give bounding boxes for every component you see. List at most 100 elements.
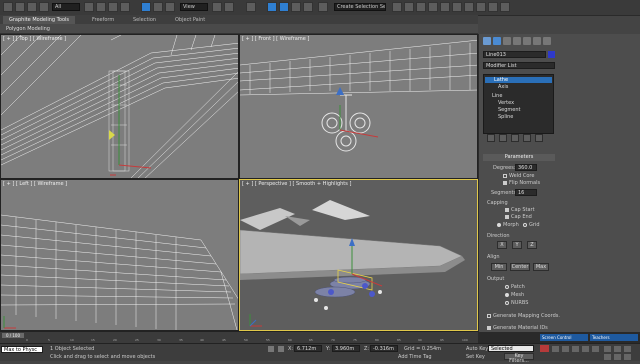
display-tab-icon[interactable] [523,37,531,45]
layer-manager-icon[interactable] [416,2,426,12]
stack-item-lathe[interactable]: Lathe [485,77,552,83]
maxscript-listener-field[interactable]: Max to Physc [1,346,43,353]
utilities-tab-icon[interactable] [533,37,541,45]
tab-object-paint[interactable]: Object Paint [169,16,211,24]
edit-named-selection-icon[interactable] [318,2,328,12]
weld-core-checkbox[interactable] [503,174,507,178]
reference-coordinate-dropdown[interactable]: View [180,3,208,11]
select-by-name-icon[interactable] [96,2,106,12]
maximize-viewport-icon[interactable] [624,354,631,360]
hierarchy-tab-icon[interactable] [503,37,511,45]
viewport-front[interactable]: [ + ] [ Front ] [ Wireframe ] [239,34,478,179]
window-crossing-icon[interactable] [120,2,130,12]
object-name-field[interactable]: Line013 [483,51,546,58]
configure-sets-icon[interactable] [535,134,543,142]
maxscript-tab-icon[interactable] [543,37,551,45]
select-move-icon[interactable] [141,2,151,12]
goto-end-icon[interactable] [592,346,599,352]
stack-item-spline[interactable]: Spline [498,114,513,120]
spinner-snap-icon[interactable] [303,2,313,12]
viewport-perspective-label[interactable]: [ + ] [ Perspective ] [ Smooth + Highlig… [242,181,351,187]
modifier-list-dropdown[interactable]: Modifier List [483,62,555,69]
previous-frame-icon[interactable] [562,346,569,352]
add-time-tag-button[interactable]: Add Time Tag [398,354,432,360]
unlink-icon[interactable] [39,2,49,12]
tab-graphite-modeling-tools[interactable]: Graphite Modeling Tools [3,16,76,24]
set-key-label[interactable]: Set Key [466,354,485,360]
next-frame-icon[interactable] [582,346,589,352]
viewport-front-label[interactable]: [ + ] [ Front ] [ Wireframe ] [242,36,309,42]
rect-selection-icon[interactable] [108,2,118,12]
morph-radio[interactable] [497,223,501,227]
schematic-view-icon[interactable] [452,2,462,12]
modify-tab-icon[interactable] [493,37,501,45]
lock-selection-icon[interactable] [268,346,274,352]
degrees-field[interactable]: 360.0 [515,164,537,171]
direction-y-button[interactable]: Y [512,241,522,249]
cap-end-checkbox[interactable] [505,215,509,219]
tab-freeform[interactable]: Freeform [86,16,120,24]
viewport-top[interactable]: [ + ] [ Top ] [ Wireframe ] [0,34,239,179]
zoom-extents-icon[interactable] [614,354,621,360]
stack-item-segment[interactable]: Segment [498,107,521,113]
viewport-left-label[interactable]: [ + ] [ Left ] [ Wireframe ] [3,181,67,187]
generate-mapping-checkbox[interactable] [487,314,491,318]
ribbon-panel-label[interactable]: Polygon Modeling [0,24,478,34]
x-coord-field[interactable]: 6.712m [294,345,322,352]
field-of-view-icon[interactable] [604,354,611,360]
stack-item-line[interactable]: Line [492,93,502,99]
direction-z-button[interactable]: Z [527,241,537,249]
viewport-top-label[interactable]: [ + ] [ Top ] [ Wireframe ] [3,36,66,42]
time-slider-thumb[interactable]: 0 / 100 [2,333,24,338]
y-coord-field[interactable]: 3.960m [332,345,360,352]
align-icon[interactable] [404,2,414,12]
select-rotate-icon[interactable] [153,2,163,12]
auto-key-label[interactable]: Auto Key [466,346,488,352]
zoom-icon[interactable] [604,346,611,352]
pin-stack-icon[interactable] [487,134,495,142]
percent-snap-icon[interactable] [291,2,301,12]
key-filters-button[interactable]: Key Filters... [504,353,534,364]
taskbar-screen-control[interactable]: Screen Control [540,334,588,341]
link-icon[interactable] [27,2,37,12]
play-icon[interactable] [572,346,579,352]
curve-editor-icon[interactable] [440,2,450,12]
render-production-icon[interactable] [500,2,510,12]
key-mode-dropdown[interactable]: Selected [488,345,534,352]
direction-x-button[interactable]: X [497,241,507,249]
show-end-result-icon[interactable] [499,134,507,142]
align-min-button[interactable]: Min [491,263,507,271]
goto-start-icon[interactable] [552,346,559,352]
make-unique-icon[interactable] [511,134,519,142]
create-tab-icon[interactable] [483,37,491,45]
output-nurbs-radio[interactable] [505,301,509,305]
viewport-perspective[interactable]: [ + ] [ Perspective ] [ Smooth + Highlig… [239,179,478,331]
stack-item-vertex[interactable]: Vertex [498,100,514,106]
absolute-transform-icon[interactable] [278,346,284,352]
generate-material-ids-checkbox[interactable] [487,326,491,330]
segments-field[interactable]: 16 [515,189,537,196]
align-center-button[interactable]: Center [510,263,530,271]
angle-snap-icon[interactable] [279,2,289,12]
rendered-frame-icon[interactable] [488,2,498,12]
grid-radio[interactable] [523,223,527,227]
align-max-button[interactable]: Max [533,263,549,271]
taskbar-teachers[interactable]: Teachers [590,334,638,341]
keyboard-shortcut-icon[interactable] [246,2,256,12]
remove-modifier-icon[interactable] [523,134,531,142]
mirror-icon[interactable] [392,2,402,12]
graphite-tools-icon[interactable] [428,2,438,12]
named-selection-dropdown[interactable]: Create Selection Se [334,3,386,11]
set-key-icon[interactable] [540,345,549,352]
z-coord-field[interactable]: -0.316m [370,345,398,352]
output-patch-radio[interactable] [505,285,509,289]
redo-icon[interactable] [15,2,25,12]
motion-tab-icon[interactable] [513,37,521,45]
render-setup-icon[interactable] [476,2,486,12]
viewport-left[interactable]: [ + ] [ Left ] [ Wireframe ] [0,179,239,331]
cap-start-checkbox[interactable] [505,208,509,212]
snaps-toggle-icon[interactable] [267,2,277,12]
tab-selection[interactable]: Selection [127,16,162,24]
orbit-icon[interactable] [614,346,621,352]
flip-normals-checkbox[interactable] [503,181,507,185]
